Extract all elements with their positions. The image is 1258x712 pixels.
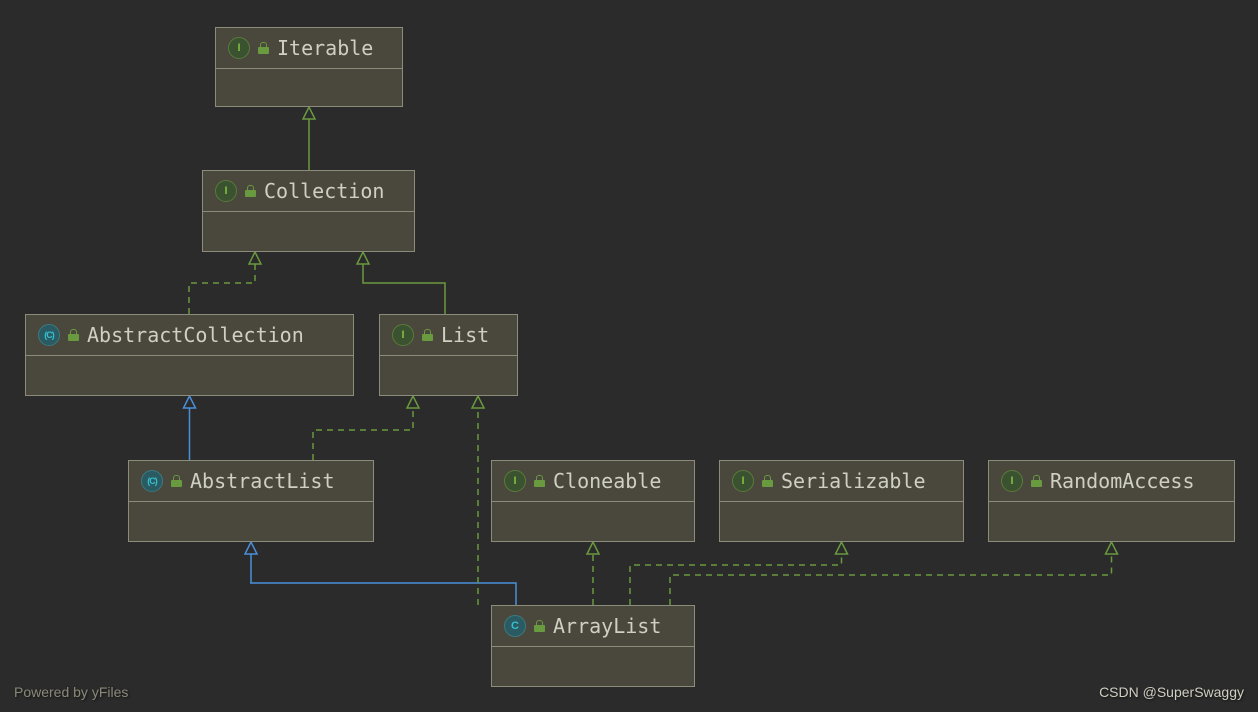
watermark-left: Powered by yFiles [14, 684, 128, 700]
node-label: ArrayList [553, 614, 661, 638]
abstract-class-icon: (C) [141, 470, 163, 492]
node-label: Iterable [277, 36, 373, 60]
interface-icon: I [228, 37, 250, 59]
lock-icon [258, 42, 269, 54]
interface-icon: I [504, 470, 526, 492]
node-list[interactable]: I List [379, 314, 518, 396]
interface-icon: I [215, 180, 237, 202]
node-label: AbstractList [190, 469, 335, 493]
node-label: Collection [264, 179, 384, 203]
node-iterable[interactable]: I Iterable [215, 27, 403, 107]
node-label: Cloneable [553, 469, 661, 493]
node-randomaccess[interactable]: I RandomAccess [988, 460, 1235, 542]
lock-icon [68, 329, 79, 341]
abstract-class-icon: (C) [38, 324, 60, 346]
node-collection[interactable]: I Collection [202, 170, 415, 252]
node-serializable[interactable]: I Serializable [719, 460, 964, 542]
node-cloneable[interactable]: I Cloneable [491, 460, 695, 542]
lock-icon [422, 329, 433, 341]
lock-icon [1031, 475, 1042, 487]
node-arraylist[interactable]: C ArrayList [491, 605, 695, 687]
watermark-right: CSDN @SuperSwaggy [1099, 684, 1244, 700]
node-label: AbstractCollection [87, 323, 304, 347]
lock-icon [762, 475, 773, 487]
lock-icon [534, 620, 545, 632]
node-abstractcollection[interactable]: (C) AbstractCollection [25, 314, 354, 396]
diagram-canvas: I Iterable I Collection (C) AbstractColl… [0, 0, 1258, 712]
node-abstractlist[interactable]: (C) AbstractList [128, 460, 374, 542]
lock-icon [171, 475, 182, 487]
lock-icon [245, 185, 256, 197]
lock-icon [534, 475, 545, 487]
interface-icon: I [392, 324, 414, 346]
interface-icon: I [1001, 470, 1023, 492]
node-label: Serializable [781, 469, 926, 493]
node-label: RandomAccess [1050, 469, 1195, 493]
class-icon: C [504, 615, 526, 637]
interface-icon: I [732, 470, 754, 492]
node-label: List [441, 323, 489, 347]
